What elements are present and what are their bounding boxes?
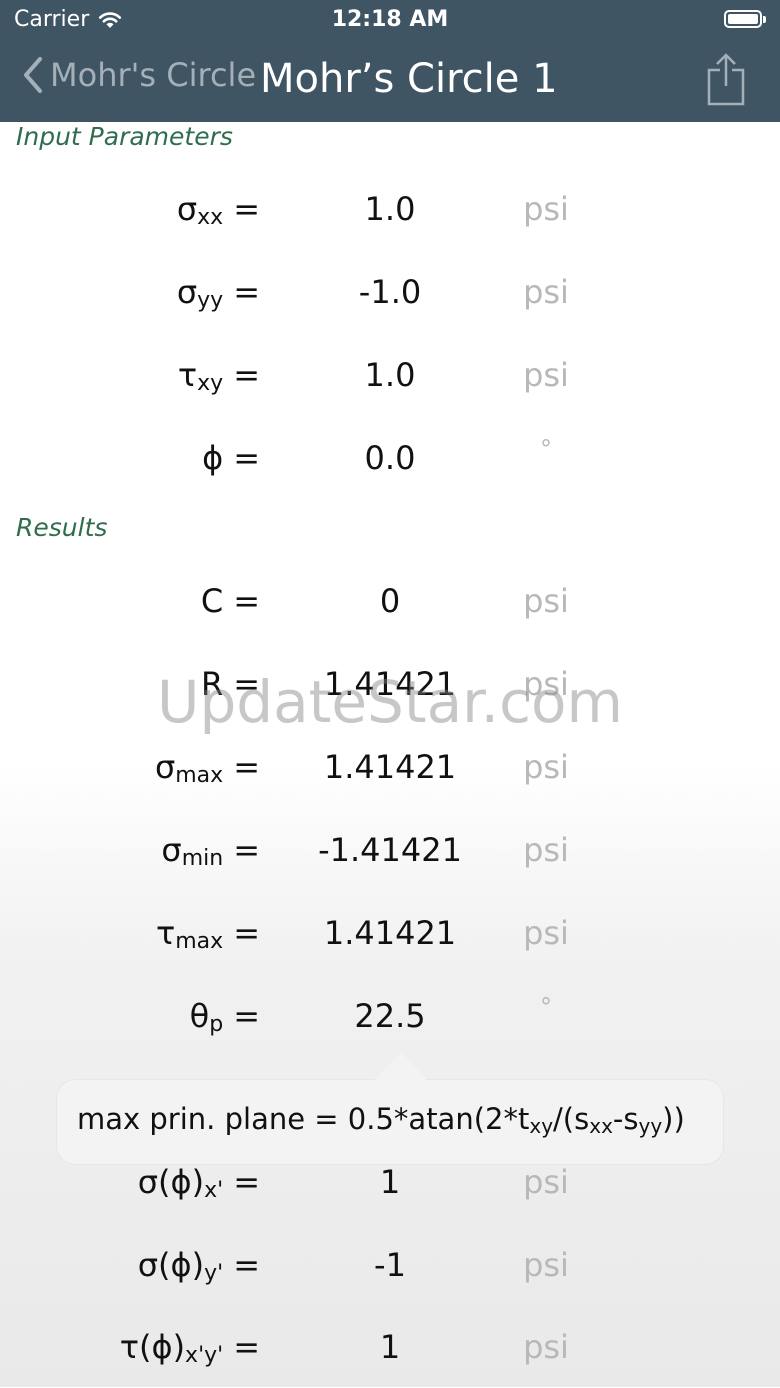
tooltip-formula: max prin. plane = 0.5*atan(2*txy/(sxx-sy… (77, 1102, 685, 1138)
share-icon (707, 53, 745, 106)
result-row-tau-phi-xy: τ(ϕ)x'y' = 1 psi (0, 1328, 780, 1388)
row-label: R = (200, 665, 260, 703)
result-value: -1.41421 (318, 831, 462, 869)
unit-label: ° (540, 993, 552, 1021)
result-value: 1 (379, 1328, 401, 1366)
row-label: σxx = (176, 190, 260, 230)
result-value: 22.5 (354, 997, 426, 1035)
row-label: τxy = (177, 356, 260, 396)
tau-xy-input[interactable]: 1.0 (290, 356, 490, 394)
row-label: σmax = (154, 748, 260, 788)
result-row-sigma-max: σmax = 1.41421 psi (0, 748, 780, 808)
unit-label: psi (523, 582, 569, 620)
input-row-tau-xy: τxy = 1.0 psi (0, 356, 780, 416)
row-label: C = (200, 582, 260, 620)
back-button-label: Mohr's Circle (50, 56, 257, 94)
unit-label: psi (523, 665, 569, 703)
formula-tooltip[interactable]: max prin. plane = 0.5*atan(2*txy/(sxx-sy… (57, 1052, 723, 1164)
unit-label: psi (523, 1163, 569, 1201)
result-row-tau-max: τmax = 1.41421 psi (0, 914, 780, 974)
unit-label: psi (523, 273, 569, 311)
result-row-c: C = 0 psi (0, 582, 780, 642)
unit-label: psi (523, 914, 569, 952)
result-row-sigma-phi-x: σ(ϕ)x' = 1 psi (0, 1163, 780, 1223)
row-label: τmax = (155, 914, 260, 954)
input-row-phi: ϕ = 0.0 ° (0, 435, 780, 499)
status-bar: Carrier 12:18 AM (0, 0, 780, 40)
page-title: Mohr’s Circle 1 (260, 56, 558, 102)
unit-label: psi (523, 831, 569, 869)
unit-label: psi (523, 1246, 569, 1284)
result-value: 0 (379, 582, 401, 620)
result-value: 1.41421 (323, 665, 457, 703)
input-row-sigma-xx: σxx = 1.0 psi (0, 190, 780, 250)
unit-label: psi (523, 1328, 569, 1366)
row-label: ϕ = (202, 439, 260, 477)
result-row-sigma-min: σmin = -1.41421 psi (0, 831, 780, 891)
unit-label: psi (523, 356, 569, 394)
unit-label: psi (523, 190, 569, 228)
share-button[interactable] (706, 52, 746, 110)
status-time: 12:18 AM (331, 7, 449, 32)
row-label: σyy = (176, 273, 260, 313)
row-label: σ(ϕ)y' = (137, 1246, 260, 1286)
input-row-sigma-yy: σyy = -1.0 psi (0, 273, 780, 333)
result-value: 1 (379, 1163, 401, 1201)
row-label: τ(ϕ)x'y' = (119, 1328, 260, 1368)
result-value: 1.41421 (323, 914, 457, 952)
battery-icon (724, 10, 766, 28)
row-label: σ(ϕ)x' = (137, 1163, 260, 1203)
input-parameters-header: Input Parameters (16, 122, 233, 151)
back-button[interactable]: Mohr's Circle (22, 56, 256, 94)
result-row-theta-p[interactable]: θp = 22.5 ° (0, 993, 780, 1057)
row-label: σmin = (161, 831, 260, 871)
result-value: -1 (374, 1246, 406, 1284)
chevron-left-icon (24, 57, 42, 93)
unit-label: psi (523, 748, 569, 786)
results-header: Results (16, 513, 108, 542)
navigation-bar: Mohr's Circle Mohr’s Circle 1 (0, 40, 780, 122)
result-row-sigma-phi-y: σ(ϕ)y' = -1 psi (0, 1246, 780, 1306)
phi-input[interactable]: 0.0 (290, 439, 490, 477)
result-row-r: R = 1.41421 psi (0, 665, 780, 725)
row-label: θp = (189, 997, 260, 1037)
unit-label: ° (540, 435, 552, 463)
sigma-yy-input[interactable]: -1.0 (290, 273, 490, 311)
sigma-xx-input[interactable]: 1.0 (290, 190, 490, 228)
result-value: 1.41421 (323, 748, 457, 786)
